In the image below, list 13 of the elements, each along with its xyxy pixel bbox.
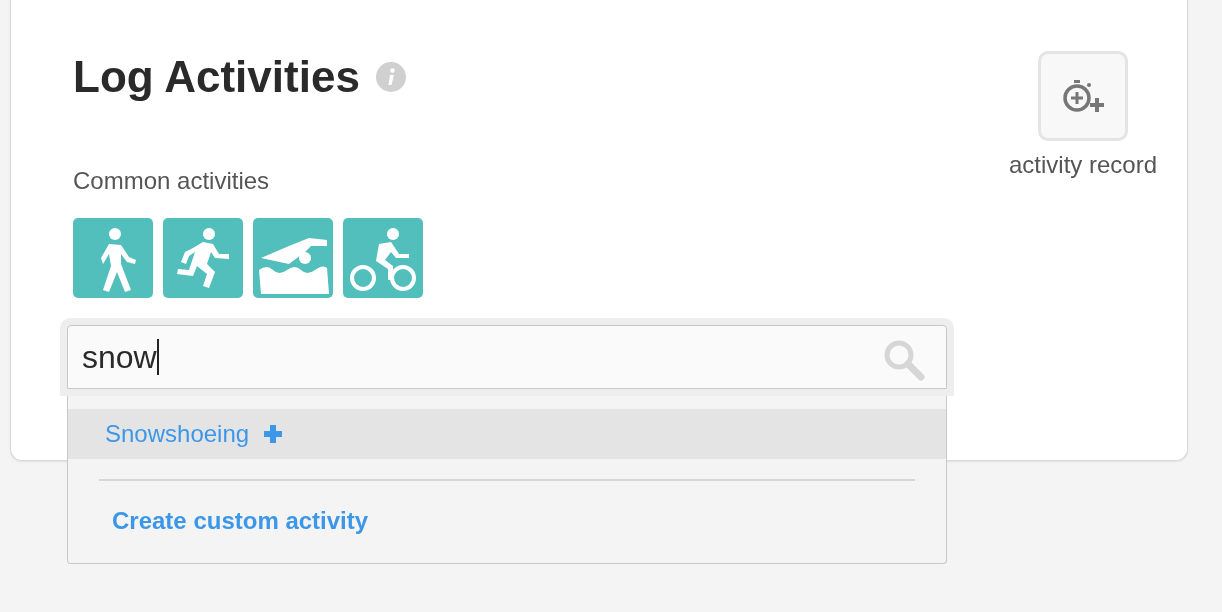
suggestion-item[interactable]: Snowshoeing bbox=[68, 409, 946, 459]
plus-icon[interactable] bbox=[263, 424, 284, 444]
section-label: Common activities bbox=[73, 166, 271, 196]
create-activity-link[interactable]: Create custom activity bbox=[112, 507, 369, 535]
activity-button[interactable] bbox=[343, 218, 423, 298]
info-icon[interactable] bbox=[375, 62, 406, 92]
activity-button[interactable] bbox=[163, 218, 243, 298]
activity-button[interactable] bbox=[253, 218, 333, 298]
activity-record-button[interactable] bbox=[1037, 51, 1128, 141]
button-caption: activity record bbox=[1008, 151, 1157, 179]
search-icon[interactable] bbox=[882, 338, 926, 382]
activity-button[interactable] bbox=[73, 218, 153, 298]
page-title: Log Activities bbox=[73, 51, 360, 103]
